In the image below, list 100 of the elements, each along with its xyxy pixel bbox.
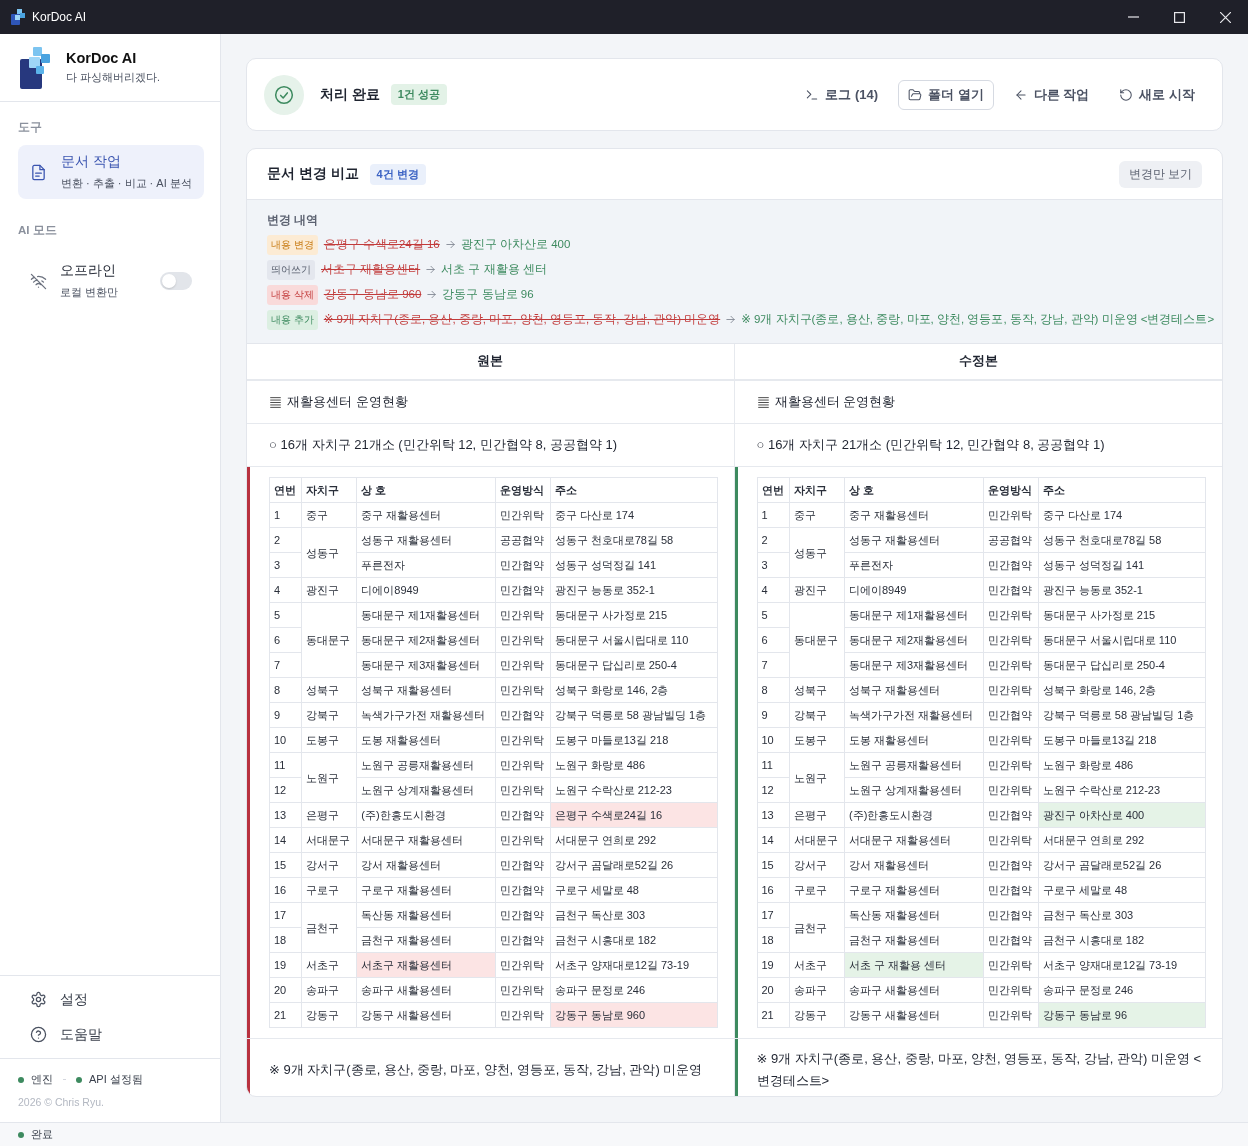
table-cell: 6	[269, 627, 302, 653]
column-header: 운영방식	[983, 477, 1039, 503]
table-cell: 도봉구	[789, 727, 845, 753]
table-cell: 민간협약	[983, 577, 1039, 603]
document-paragraph: ○ 16개 자치구 21개소 (민간위탁 12, 민간협약 8, 공공협약 1)	[269, 436, 618, 454]
pane-header: 수정본	[734, 344, 1222, 381]
table-cell: 강동구 새활용센터	[844, 1002, 984, 1028]
table-cell: 금천구 시흥대로 182	[1038, 927, 1206, 953]
table-cell: 성북구	[301, 677, 357, 703]
table-cell: 20	[757, 977, 790, 1003]
table-cell: 13	[269, 802, 302, 828]
table-cell: 서대문구	[789, 827, 845, 853]
old-text: ※ 9개 자치구(종로, 용산, 중랑, 마포, 양천, 영등포, 동작, 강남, 관악) 미운영	[323, 312, 721, 327]
table-cell: 11	[269, 752, 302, 778]
table-cell: 은평구	[301, 802, 357, 828]
nav-item[interactable]: 문서 작업 변환 · 추출 · 비교 · AI 분석	[18, 145, 204, 199]
filter-button[interactable]: 변경만 보기	[1118, 160, 1202, 188]
table-cell: 민간위탁	[983, 727, 1039, 753]
table-cell: 성북구 화랑로 146, 2층	[550, 677, 717, 703]
table-cell: 15	[269, 852, 302, 878]
arrow-right-icon	[444, 239, 456, 250]
table-cell: 19	[757, 952, 790, 978]
table-cell: 19	[269, 952, 302, 978]
action-button[interactable]: 다른 작업	[1003, 79, 1100, 110]
table-cell: 성북구 화랑로 146, 2층	[1038, 677, 1206, 703]
table-cell: 3	[757, 552, 790, 578]
table-cell: 서대문구	[301, 827, 357, 853]
table-cell: 강북구	[301, 702, 357, 728]
arrow-right-icon	[426, 289, 438, 300]
new-text: 서초 구 재활용 센터	[441, 262, 547, 277]
action-button[interactable]: 폴더 열기	[898, 79, 994, 110]
app-icon	[11, 9, 25, 25]
table-cell: 강북구 덕릉로 58 광남빌딩 1층	[550, 702, 717, 728]
table-cell: 17	[269, 902, 302, 928]
new-text: 강동구 동남로 96	[442, 287, 534, 302]
table-cell: 동대문구 답십리로 250-4	[550, 652, 717, 678]
table-cell: 금천구 독산로 303	[1038, 902, 1206, 928]
table-cell: 민간협약	[983, 877, 1039, 903]
action-button[interactable]: 새로 시작	[1109, 79, 1205, 110]
table-cell: 금천구 재활용센터	[844, 927, 984, 953]
table-cell: 노원구	[301, 752, 357, 803]
change-type-badge: 내용 삭제	[267, 284, 318, 305]
column-header: 주소	[1038, 477, 1206, 503]
column-header: 연번	[757, 477, 790, 503]
table-cell: 구로구 세말로 48	[550, 877, 717, 903]
table-cell: 동대문구	[301, 602, 357, 678]
table-cell: 서초 구 재활용 센터	[844, 952, 984, 978]
section-label: 도구	[18, 120, 43, 135]
table-cell: 노원구 화랑로 486	[550, 752, 717, 778]
table-cell: (주)한흥도시환경	[844, 802, 984, 828]
table-cell: 민간위탁	[495, 677, 551, 703]
table-cell: 동대문구 제1재활용센터	[356, 602, 496, 628]
table-cell: 민간협약	[495, 877, 551, 903]
table-cell: 구로구 재활용센터	[844, 877, 984, 903]
table-cell: 민간위탁	[983, 652, 1039, 678]
table-cell: 민간위탁	[983, 827, 1039, 853]
document-paragraph: ○ 16개 자치구 21개소 (민간위탁 12, 민간협약 8, 공공협약 1)	[756, 436, 1105, 454]
table-cell: 성동구 성덕정길 141	[550, 552, 717, 578]
column-header: 운영방식	[495, 477, 551, 503]
arrow-right-icon	[725, 314, 737, 325]
table-cell: 8	[757, 677, 790, 703]
document-icon	[30, 163, 47, 181]
table-cell: 9	[757, 702, 790, 728]
action-button[interactable]: 로그 (14)	[795, 79, 889, 110]
pane-header: 원본	[247, 344, 735, 381]
toggle-switch[interactable]	[160, 272, 192, 290]
lines-icon	[756, 395, 770, 409]
table-cell: 서초구 재활용센터	[356, 952, 496, 978]
table-cell: 녹색가구가전 재활용센터	[356, 702, 496, 728]
table-cell: 강서구	[789, 852, 845, 878]
table-cell: 15	[757, 852, 790, 878]
table-cell: 민간협약	[983, 852, 1039, 878]
table-cell: 2	[757, 527, 790, 553]
change-count-badge: 4건 변경	[369, 163, 426, 185]
table-cell: 18	[269, 927, 302, 953]
change-type-badge: 띄어쓰기	[267, 259, 315, 280]
arrow-right-icon	[425, 264, 437, 275]
table-cell: 동대문구 제3재활용센터	[844, 652, 984, 678]
table-cell: 중구 다산로 174	[550, 502, 717, 528]
comparison-title: 문서 변경 비교	[267, 165, 359, 183]
column-header: 연번	[269, 477, 302, 503]
sidebar-link[interactable]: 설정	[0, 982, 220, 1017]
table-cell: 7	[757, 652, 790, 678]
table-cell: 강서구 곰달래로52길 26	[550, 852, 717, 878]
table-cell: 중구	[301, 502, 357, 528]
table-cell: 금천구 시흥대로 182	[550, 927, 717, 953]
sidebar-link[interactable]: 도움말	[0, 1017, 220, 1052]
table-cell: 21	[757, 1002, 790, 1028]
table-cell: 민간위탁	[983, 677, 1039, 703]
table-cell: 민간협약	[983, 702, 1039, 728]
table-cell: 강동구	[301, 1002, 357, 1028]
table-cell: 송파구 새활용센터	[844, 977, 984, 1003]
wifi-off-icon	[30, 272, 47, 290]
table-cell: 민간위탁	[983, 602, 1039, 628]
column-header: 상 호	[844, 477, 984, 503]
column-header: 자치구	[301, 477, 357, 503]
table-cell: 민간위탁	[495, 652, 551, 678]
old-text: 은평구 수색로24길 16	[323, 237, 440, 252]
table-cell: 중구 다산로 174	[1038, 502, 1206, 528]
status-label: 엔진	[31, 1072, 53, 1087]
